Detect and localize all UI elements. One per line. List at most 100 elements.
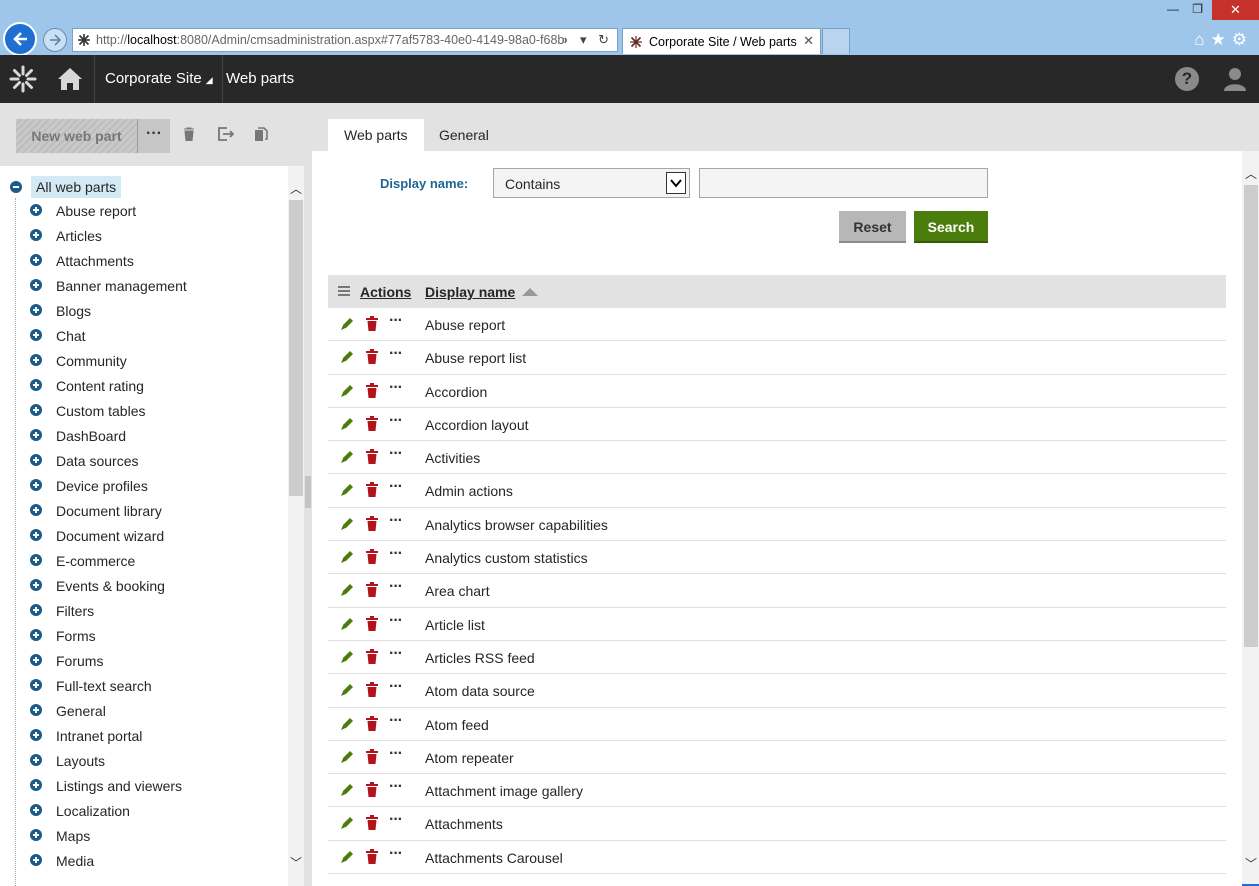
edit-icon[interactable] [340, 683, 354, 700]
expand-icon[interactable] [30, 829, 42, 841]
expand-icon[interactable] [30, 229, 42, 241]
edit-icon[interactable] [340, 850, 354, 867]
collapse-icon[interactable] [10, 181, 22, 193]
home-button[interactable] [45, 55, 95, 103]
export-icon[interactable] [218, 127, 234, 141]
delete-icon[interactable] [183, 127, 195, 141]
edit-icon[interactable] [340, 483, 354, 500]
actions-column-header[interactable]: Actions [360, 284, 411, 300]
expand-icon[interactable] [30, 804, 42, 816]
edit-icon[interactable] [340, 816, 354, 833]
scroll-up-icon[interactable]: ︿ [1245, 165, 1257, 182]
more-actions-icon[interactable]: ··· [389, 545, 403, 563]
edit-icon[interactable] [340, 417, 354, 434]
tree-item-label[interactable]: Articles [56, 226, 102, 246]
content-scrollbar[interactable]: ︿ ﹀ [1242, 151, 1259, 886]
expand-icon[interactable] [30, 704, 42, 716]
expand-icon[interactable] [30, 529, 42, 541]
delete-icon[interactable] [366, 682, 378, 700]
expand-icon[interactable] [30, 604, 42, 616]
scroll-down-icon[interactable]: ﹀ [1245, 855, 1257, 872]
search-button[interactable]: Search [914, 211, 988, 243]
edit-icon[interactable] [340, 717, 354, 734]
tree-item-label[interactable]: E-commerce [56, 551, 135, 571]
expand-icon[interactable] [30, 254, 42, 266]
browser-tab[interactable]: Corporate Site / Web parts ✕ [622, 28, 821, 54]
address-search-refresh-icons[interactable]: ⌕ ▾ ↻ [561, 32, 613, 48]
more-actions-icon[interactable]: ··· [389, 712, 403, 730]
delete-icon[interactable] [366, 515, 378, 534]
edit-icon[interactable] [340, 650, 354, 667]
expand-icon[interactable] [30, 779, 42, 791]
pane-splitter[interactable] [304, 166, 312, 886]
expand-icon[interactable] [30, 454, 42, 466]
display-name-column-header[interactable]: Display name [425, 284, 515, 300]
window-close-icon[interactable]: ✕ [1212, 0, 1259, 20]
tree-item-label[interactable]: DashBoard [56, 426, 126, 446]
more-actions-icon[interactable]: ··· [389, 512, 403, 530]
scroll-up-icon[interactable]: ︿ [290, 180, 302, 197]
new-more-options-button[interactable]: ··· [137, 119, 170, 153]
edit-icon[interactable] [340, 783, 354, 800]
sort-ascending-icon[interactable] [522, 288, 538, 296]
delete-icon[interactable] [366, 615, 378, 634]
kentico-logo[interactable] [0, 55, 45, 103]
expand-icon[interactable] [30, 204, 42, 216]
tree-item-label[interactable]: Banner management [56, 276, 187, 296]
tree-item-label[interactable]: Device profiles [56, 476, 148, 496]
chevron-down-icon[interactable] [666, 172, 686, 194]
tree-item-label[interactable]: Document library [56, 501, 162, 521]
tree-item-label[interactable]: Forums [56, 651, 103, 671]
address-bar[interactable]: http://localhost:8080/Admin/cmsadministr… [72, 28, 618, 52]
delete-icon[interactable] [366, 549, 378, 567]
expand-icon[interactable] [30, 579, 42, 591]
new-tab-button[interactable] [822, 28, 850, 54]
tree-item-label[interactable]: Localization [56, 801, 130, 821]
tree-item-label[interactable]: Document wizard [56, 526, 164, 546]
tree-item-label[interactable]: Maps [56, 826, 90, 846]
tree-scrollbar[interactable]: ︿ ﹀ [288, 166, 304, 886]
tree-item-label[interactable]: Media [56, 851, 94, 871]
tree-item-label[interactable]: General [56, 701, 106, 721]
more-actions-icon[interactable]: ··· [389, 445, 403, 463]
expand-icon[interactable] [30, 554, 42, 566]
expand-icon[interactable] [30, 304, 42, 316]
more-actions-icon[interactable]: ··· [389, 345, 403, 363]
delete-icon[interactable] [366, 482, 378, 500]
delete-icon[interactable] [366, 349, 378, 367]
edit-icon[interactable] [340, 384, 354, 401]
more-actions-icon[interactable]: ··· [389, 845, 403, 863]
more-actions-icon[interactable]: ··· [389, 478, 403, 496]
user-menu[interactable] [1223, 67, 1247, 94]
edit-icon[interactable] [340, 317, 354, 334]
more-actions-icon[interactable]: ··· [389, 678, 403, 696]
tab-close-icon[interactable]: ✕ [803, 33, 814, 49]
more-actions-icon[interactable]: ··· [389, 612, 403, 630]
site-selector[interactable]: Corporate Site ◢ [96, 55, 223, 103]
scroll-down-icon[interactable]: ﹀ [290, 854, 302, 871]
delete-icon[interactable] [366, 648, 378, 667]
tree-item-label[interactable]: Intranet portal [56, 726, 142, 746]
expand-icon[interactable] [30, 654, 42, 666]
tree-item-label[interactable]: Full-text search [56, 676, 152, 696]
expand-icon[interactable] [30, 854, 42, 866]
tree-item-label[interactable]: Custom tables [56, 401, 145, 421]
delete-icon[interactable] [366, 848, 378, 867]
delete-icon[interactable] [366, 715, 378, 734]
filter-operator-select[interactable]: Contains [493, 168, 690, 198]
tree-root-label[interactable]: All web parts [31, 176, 122, 198]
more-actions-icon[interactable]: ··· [389, 578, 403, 596]
forward-button[interactable] [43, 28, 67, 52]
display-name-filter-input[interactable] [699, 168, 988, 198]
expand-icon[interactable] [30, 329, 42, 341]
expand-icon[interactable] [30, 404, 42, 416]
more-actions-icon[interactable]: ··· [389, 778, 403, 796]
edit-icon[interactable] [340, 550, 354, 567]
more-actions-icon[interactable]: ··· [389, 645, 403, 663]
expand-icon[interactable] [30, 504, 42, 516]
column-menu-icon[interactable] [338, 286, 350, 298]
tree-item-label[interactable]: Community [56, 351, 127, 371]
copy-icon[interactable] [254, 127, 268, 142]
tree-item-label[interactable]: Data sources [56, 451, 138, 471]
minimize-icon[interactable]: — [1167, 2, 1179, 16]
